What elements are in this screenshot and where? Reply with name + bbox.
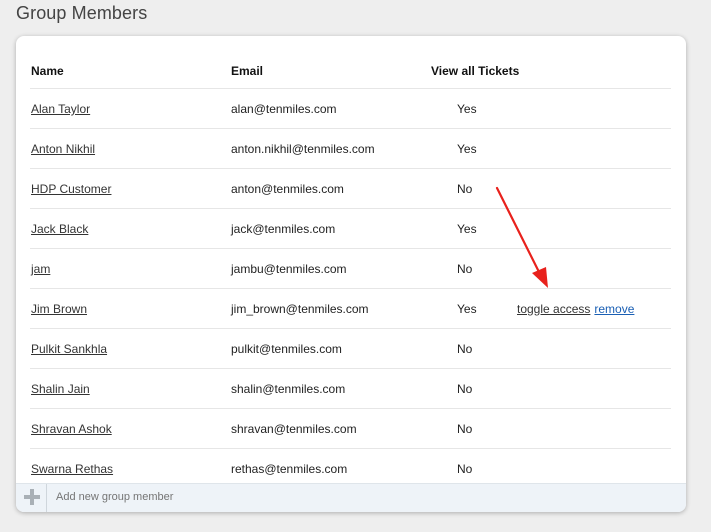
member-name-link[interactable]: Pulkit Sankhla [31, 342, 107, 356]
column-header-email: Email [231, 64, 264, 78]
member-email: jim_brown@tenmiles.com [231, 302, 369, 316]
member-email: anton@tenmiles.com [231, 182, 344, 196]
member-email: shalin@tenmiles.com [231, 382, 346, 396]
add-member-button[interactable] [16, 484, 47, 512]
column-header-view-all-tickets: View all Tickets [431, 64, 520, 78]
table-row: Swarna Rethas rethas@tenmiles.com No [30, 448, 671, 488]
row-actions: toggle access remove [517, 302, 634, 316]
member-name-link[interactable]: Anton Nikhil [31, 142, 95, 156]
member-name-link[interactable]: HDP Customer [31, 182, 111, 196]
member-view-all-tickets: No [457, 342, 473, 356]
member-view-all-tickets: Yes [457, 102, 477, 116]
member-email: rethas@tenmiles.com [231, 462, 348, 476]
member-view-all-tickets: No [457, 462, 473, 476]
page-title: Group Members [16, 3, 148, 23]
column-header-name: Name [31, 64, 64, 78]
add-member-input[interactable] [56, 491, 356, 503]
member-name-link[interactable]: Shalin Jain [31, 382, 90, 396]
member-name-link[interactable]: Jim Brown [31, 302, 87, 316]
table-row-hovered: Jim Brown jim_brown@tenmiles.com Yes tog… [30, 288, 671, 328]
member-email: jambu@tenmiles.com [231, 262, 347, 276]
table-row: Pulkit Sankhla pulkit@tenmiles.com No [30, 328, 671, 368]
member-name-link[interactable]: Shravan Ashok [31, 422, 112, 436]
member-view-all-tickets: No [457, 422, 473, 436]
add-member-bar [16, 483, 686, 512]
table-row: Shalin Jain shalin@tenmiles.com No [30, 368, 671, 408]
member-name-link[interactable]: Swarna Rethas [31, 462, 113, 476]
member-email: alan@tenmiles.com [231, 102, 337, 116]
member-view-all-tickets: No [457, 262, 473, 276]
remove-member-link[interactable]: remove [594, 302, 634, 316]
member-view-all-tickets: No [457, 182, 473, 196]
member-name-link[interactable]: Jack Black [31, 222, 88, 236]
table-row: jam jambu@tenmiles.com No [30, 248, 671, 288]
member-email: jack@tenmiles.com [231, 222, 336, 236]
toggle-access-link[interactable]: toggle access [517, 302, 590, 316]
members-list: Alan Taylor alan@tenmiles.com Yes Anton … [16, 88, 686, 488]
table-row: Anton Nikhil anton.nikhil@tenmiles.com Y… [30, 128, 671, 168]
member-view-all-tickets: Yes [457, 142, 477, 156]
table-row: Shravan Ashok shravan@tenmiles.com No [30, 408, 671, 448]
member-name-link[interactable]: Alan Taylor [31, 102, 90, 116]
table-row: Alan Taylor alan@tenmiles.com Yes [30, 88, 671, 128]
member-name-link[interactable]: jam [31, 262, 50, 276]
table-row: Jack Black jack@tenmiles.com Yes [30, 208, 671, 248]
table-row: HDP Customer anton@tenmiles.com No [30, 168, 671, 208]
member-email: anton.nikhil@tenmiles.com [231, 142, 375, 156]
member-view-all-tickets: Yes [457, 302, 477, 316]
member-email: pulkit@tenmiles.com [231, 342, 342, 356]
plus-icon [24, 489, 40, 505]
member-view-all-tickets: Yes [457, 222, 477, 236]
member-email: shravan@tenmiles.com [231, 422, 357, 436]
member-view-all-tickets: No [457, 382, 473, 396]
group-members-panel: Name Email View all Tickets Alan Taylor … [16, 36, 686, 512]
